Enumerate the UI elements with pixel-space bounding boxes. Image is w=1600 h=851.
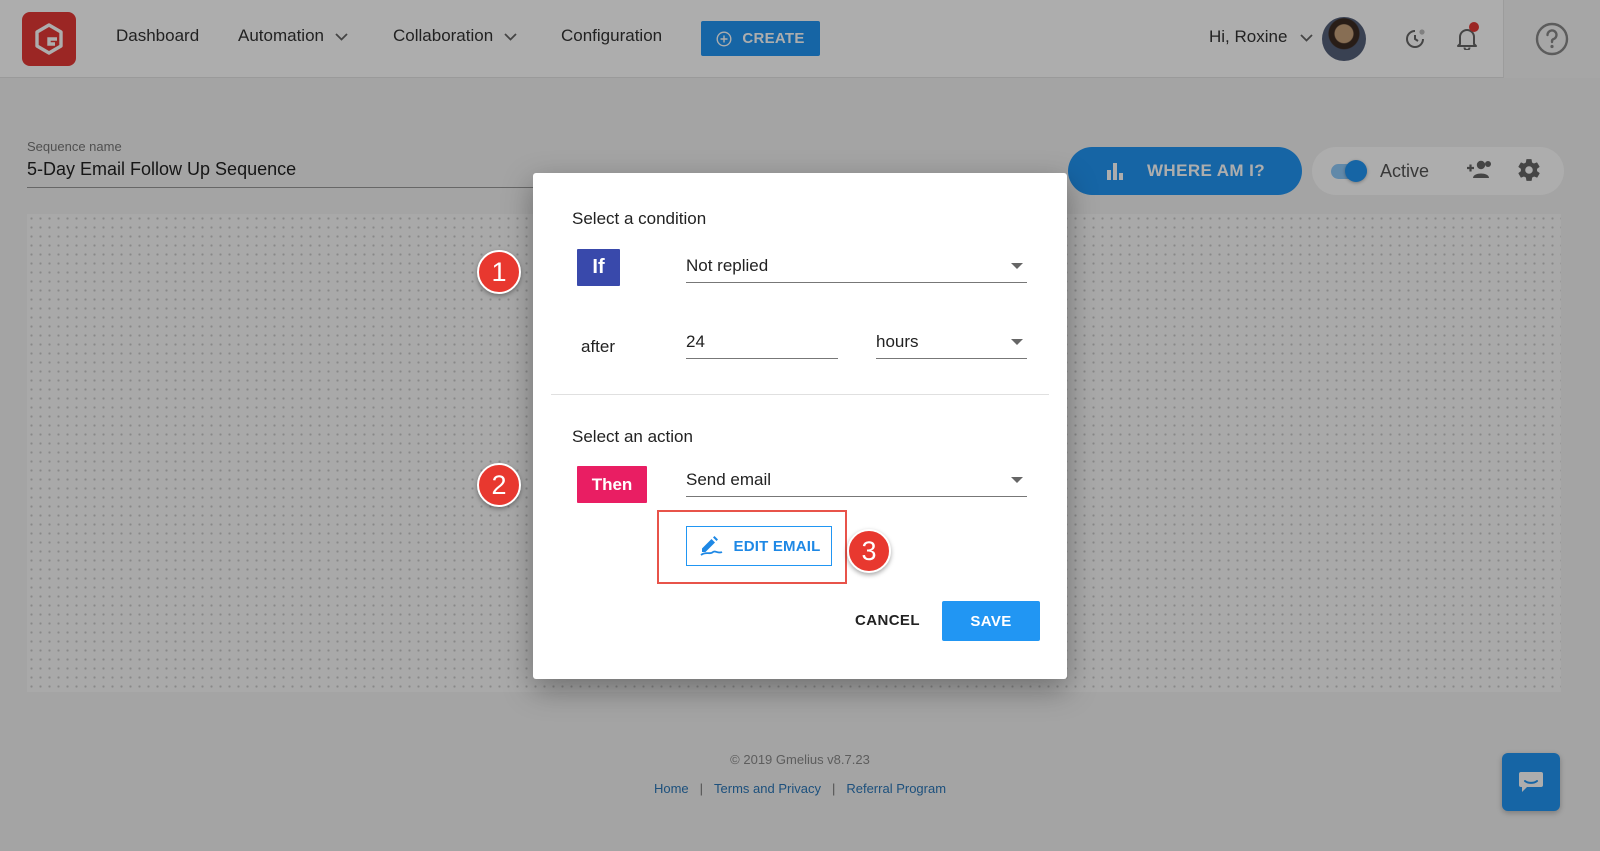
step-badge-2: 2 — [477, 463, 521, 507]
after-label: after — [581, 337, 616, 356]
condition-select-value: Not replied — [686, 256, 769, 275]
time-unit-select[interactable]: hours — [876, 326, 1027, 359]
dropdown-caret-icon — [1011, 477, 1023, 483]
dropdown-caret-icon — [1011, 263, 1023, 269]
step-badge-1: 1 — [477, 250, 521, 294]
after-amount-value: 24 — [686, 332, 705, 351]
condition-section-title: Select a condition — [572, 209, 707, 228]
action-select[interactable]: Send email — [686, 464, 1027, 497]
edit-pencil-icon — [699, 536, 722, 556]
then-tag: Then — [577, 466, 647, 503]
condition-action-dialog: Select a condition If Not replied after … — [533, 173, 1067, 679]
after-amount-input[interactable]: 24 — [686, 326, 838, 359]
edit-email-label: EDIT EMAIL — [733, 537, 821, 555]
edit-email-button[interactable]: EDIT EMAIL — [686, 526, 832, 566]
section-divider — [551, 394, 1049, 395]
action-select-value: Send email — [686, 470, 772, 489]
dropdown-caret-icon — [1011, 339, 1023, 345]
condition-select[interactable]: Not replied — [686, 250, 1027, 283]
action-section-title: Select an action — [572, 427, 693, 446]
cancel-button[interactable]: CANCEL — [855, 612, 920, 629]
time-unit-value: hours — [876, 332, 919, 351]
step-badge-3: 3 — [847, 529, 891, 573]
save-button[interactable]: SAVE — [942, 601, 1040, 641]
if-tag: If — [577, 249, 620, 286]
